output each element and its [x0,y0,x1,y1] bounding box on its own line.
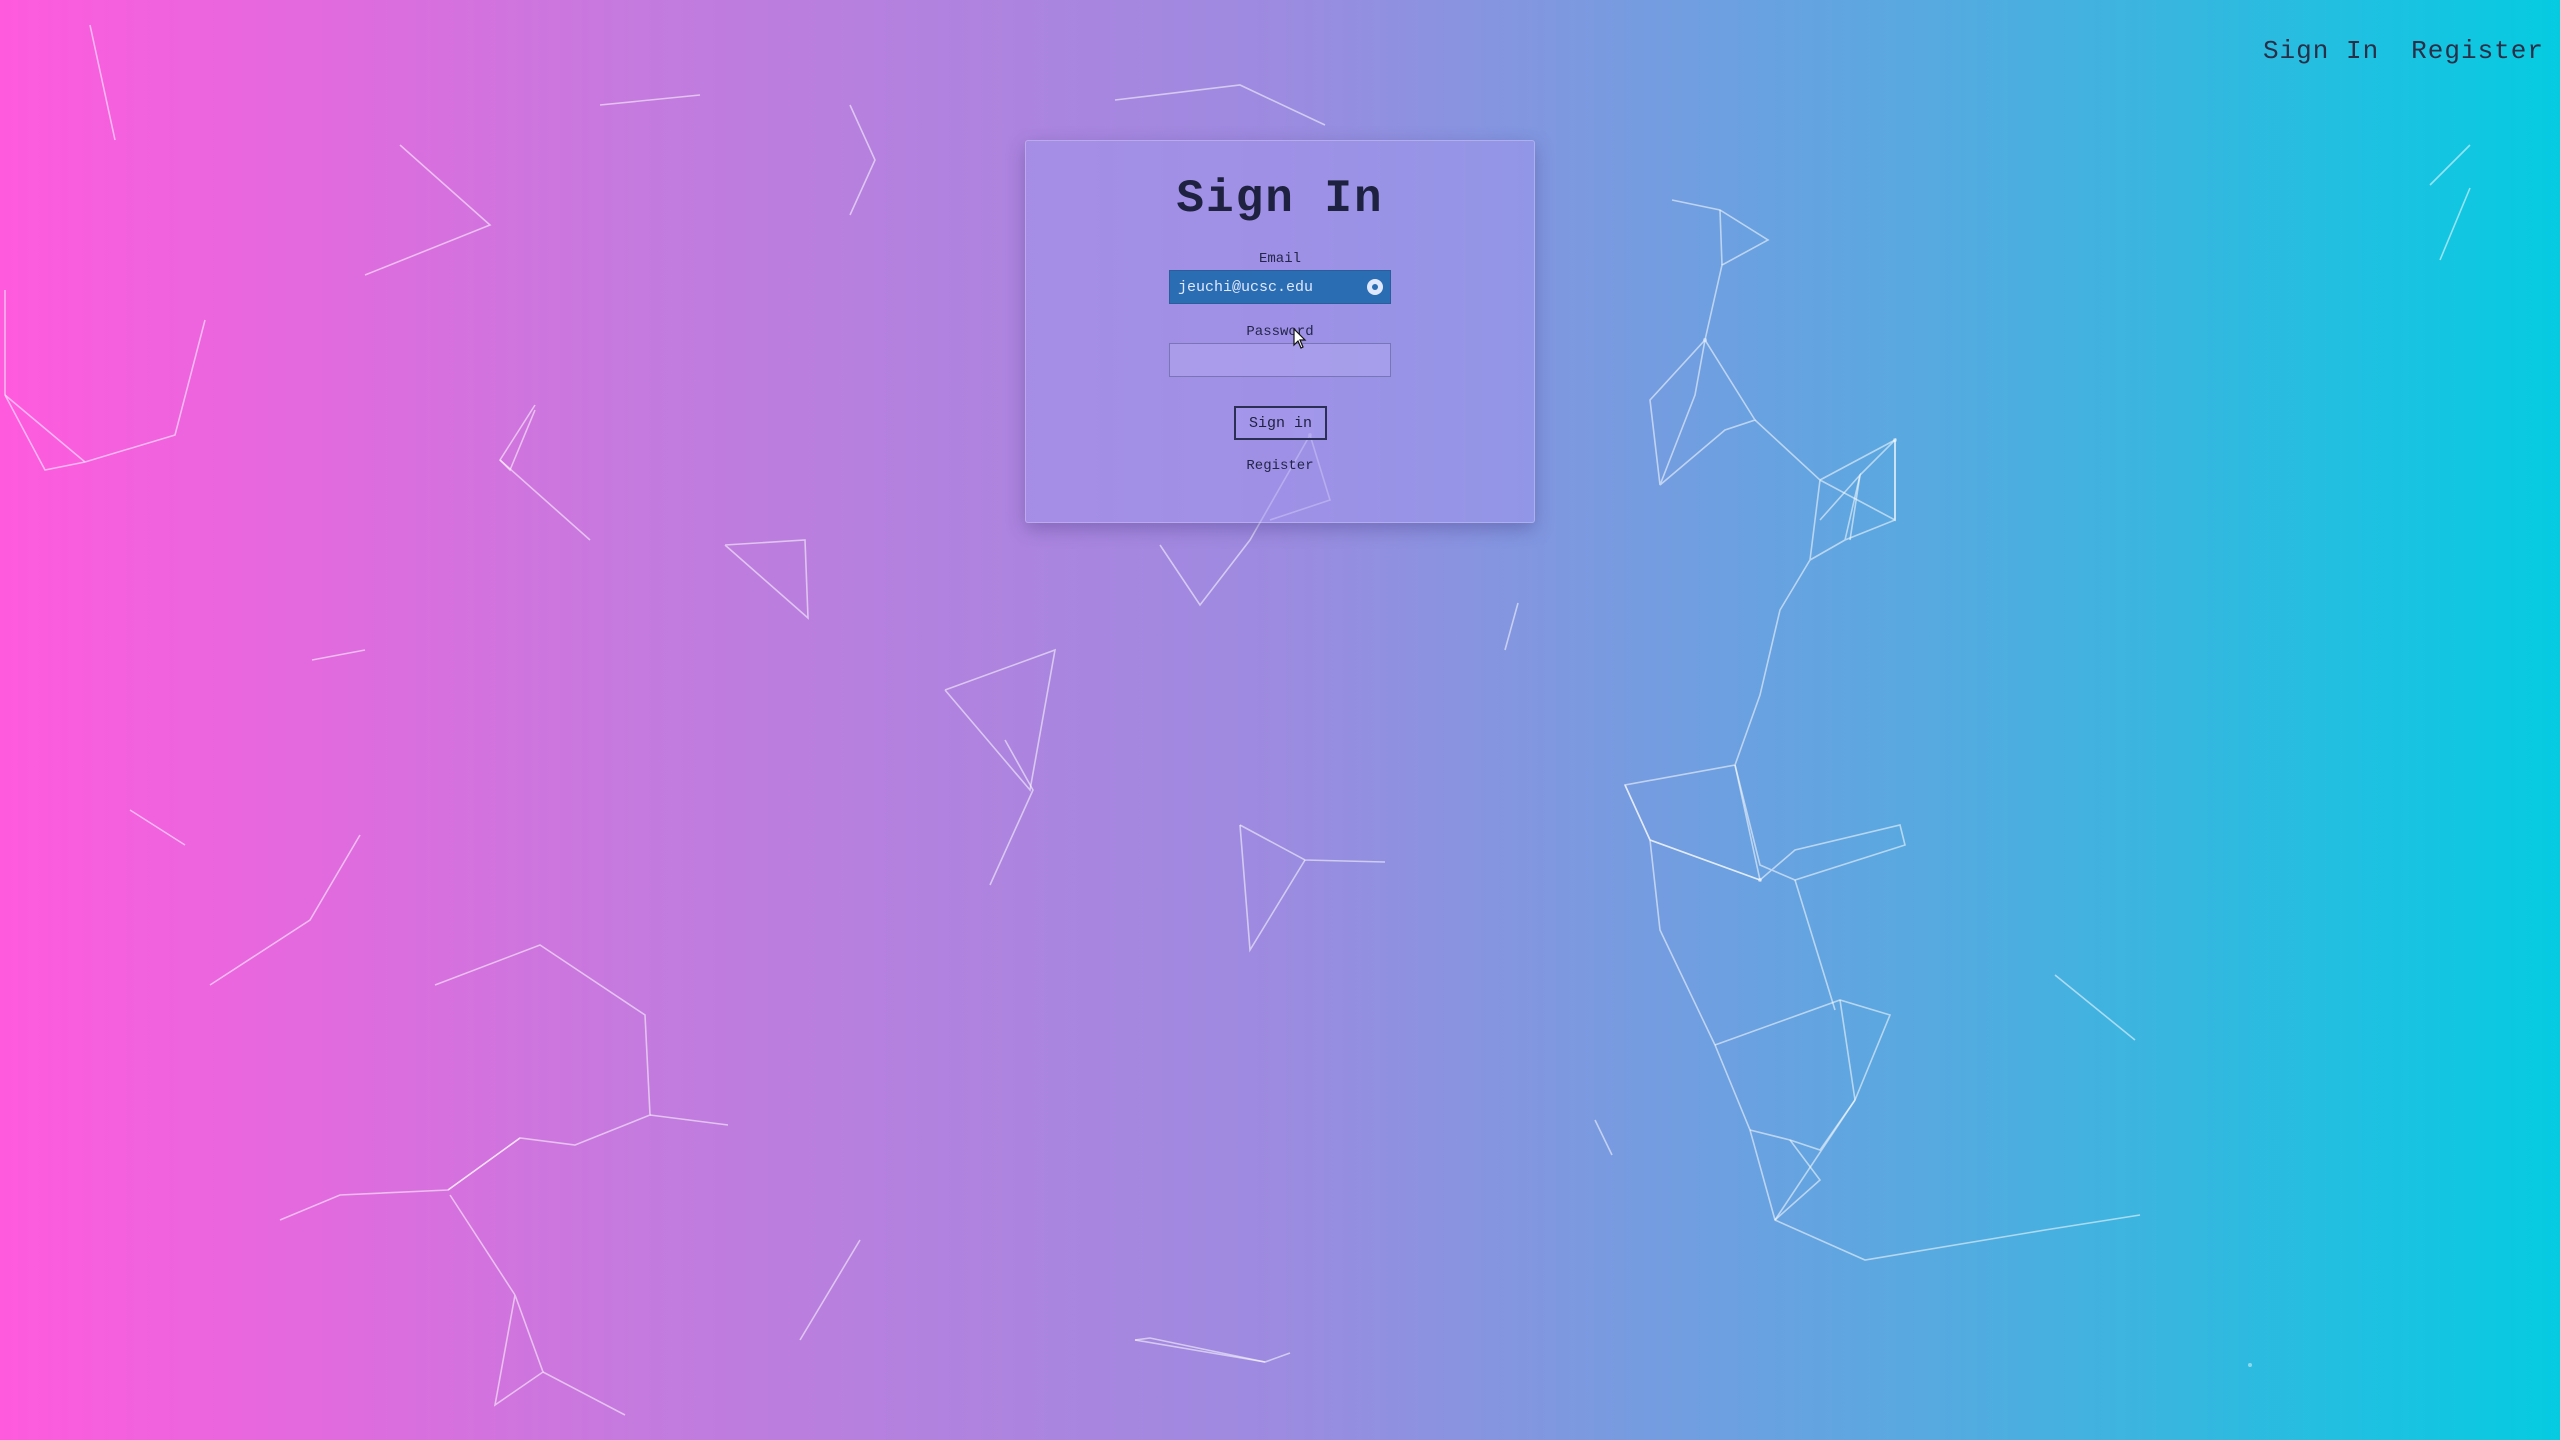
page-title: Sign In [1176,173,1384,225]
sign-in-button[interactable]: Sign in [1234,406,1327,440]
register-link[interactable]: Register [1026,458,1534,474]
email-field[interactable] [1169,270,1391,304]
top-navigation: Sign In Register [2263,36,2544,66]
nav-register-link[interactable]: Register [2411,36,2544,66]
nav-sign-in-link[interactable]: Sign In [2263,36,2379,66]
email-label: Email [1258,251,1301,267]
password-field[interactable] [1169,343,1391,377]
password-manager-icon[interactable] [1367,279,1383,295]
mouse-cursor-icon [1293,328,1307,349]
sign-in-card: Sign In Email Password Sign in Register [1025,140,1535,523]
password-label: Password [1246,324,1314,340]
